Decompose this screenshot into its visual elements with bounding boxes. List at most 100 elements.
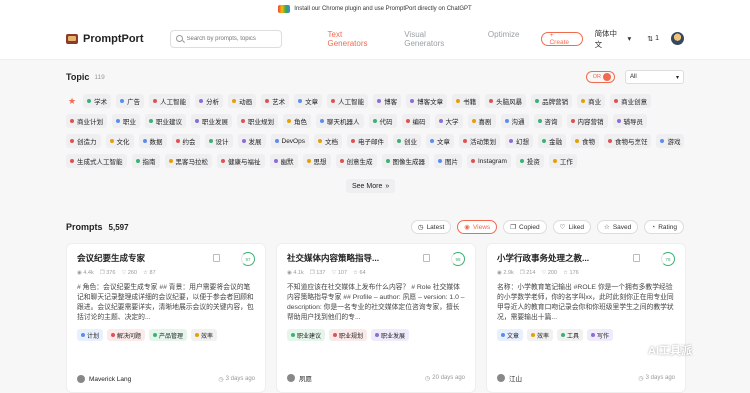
favorites-star-icon[interactable]: ★ — [66, 94, 78, 108]
card-tag[interactable]: 工具 — [557, 329, 584, 341]
topic-tag[interactable]: 投资 — [515, 154, 544, 168]
search-input[interactable] — [186, 35, 276, 42]
topic-tag[interactable]: 图像生成器 — [381, 154, 429, 168]
topic-tag[interactable]: 商业计划 — [66, 114, 107, 128]
prompt-card[interactable]: 会议纪要生成专家 97 ◉ 4.4k ❐ 376 ♡ 260 ☆ 87 # 角色：会议纪要生… — [66, 243, 266, 393]
topic-tag[interactable]: 黑客马拉松 — [164, 154, 212, 168]
search-box[interactable] — [169, 29, 282, 48]
credits-indicator[interactable]: ⇅ 1 — [647, 35, 659, 43]
card-tag[interactable]: 写作 — [587, 329, 614, 341]
topic-tag[interactable]: 头脑风暴 — [485, 94, 527, 108]
or-toggle[interactable]: OR — [585, 71, 615, 83]
card-tag[interactable]: 效率 — [527, 329, 554, 341]
author-name[interactable]: 江山 — [509, 373, 522, 383]
topic-tag[interactable]: Instagram — [467, 154, 511, 168]
see-more-button[interactable]: See More » — [346, 179, 396, 193]
topic-tag[interactable]: 角色 — [283, 114, 311, 128]
topic-tag[interactable]: 学术 — [83, 94, 112, 108]
topic-tag[interactable]: 广告 — [116, 94, 145, 108]
tab-optimize[interactable]: Optimize — [488, 30, 520, 48]
topic-tag[interactable]: 工作 — [548, 154, 577, 168]
topic-tag[interactable]: 创意生成 — [335, 154, 377, 168]
topic-tag[interactable]: 编码 — [401, 114, 430, 128]
topic-filter-select[interactable]: All ▾ — [625, 70, 684, 84]
copy-icon[interactable] — [633, 254, 640, 262]
topic-tag[interactable]: 幻想 — [504, 134, 533, 148]
sort-views[interactable]: ◉ Views — [457, 220, 498, 234]
topic-tag[interactable]: 健康与福祉 — [217, 154, 265, 168]
topic-tag[interactable]: 书籍 — [452, 94, 481, 108]
logo[interactable]: PromptPort — [66, 33, 144, 45]
topic-tag[interactable]: 创业 — [392, 134, 421, 148]
card-tag[interactable]: 职业建议 — [287, 329, 326, 341]
topic-tag[interactable]: 食物与烹饪 — [603, 134, 652, 148]
topic-tag[interactable]: 图片 — [434, 154, 462, 168]
topic-tag[interactable]: 职业规划 — [237, 114, 278, 128]
sort-copied[interactable]: ❐ Copied — [503, 220, 547, 234]
topic-tag[interactable]: 食物 — [570, 134, 599, 148]
topic-tag[interactable]: 文化 — [105, 134, 134, 148]
tab-text-generators[interactable]: Text Generators — [328, 30, 385, 48]
prompt-card[interactable]: 小学行政事务处理之教... 78 ◉ 2.9k ❐ 214 ♡ 200 ☆ 176 名称：小… — [486, 243, 686, 393]
topic-tag[interactable]: 聊天机器人 — [316, 114, 364, 128]
sort-liked[interactable]: ♡ Liked — [552, 220, 591, 234]
topic-tag[interactable]: 博客文章 — [406, 94, 448, 108]
card-tag[interactable]: 效率 — [191, 329, 218, 341]
card-tag[interactable]: 解决问题 — [107, 329, 146, 341]
topic-tag[interactable]: 活动策划 — [458, 134, 500, 148]
sort-rating[interactable]: ◔ Rating — [644, 220, 684, 234]
topic-tag[interactable]: 动画 — [228, 94, 257, 108]
card-title[interactable]: 小学行政事务处理之教... — [497, 252, 617, 264]
topic-tag[interactable]: 金融 — [537, 134, 566, 148]
topic-tag[interactable]: 发展 — [237, 134, 266, 148]
topic-tag[interactable]: 指南 — [131, 154, 160, 168]
topic-tag[interactable]: DevOps — [270, 134, 309, 148]
sort-latest[interactable]: ◷ Latest — [410, 220, 452, 234]
topic-tag[interactable]: 博客 — [373, 94, 402, 108]
topic-tag[interactable]: 数据 — [138, 134, 167, 148]
topic-tag[interactable]: 喜剧 — [467, 114, 496, 128]
card-title[interactable]: 社交媒体内容策略指导... — [287, 252, 407, 264]
topic-tag[interactable]: 文章 — [294, 94, 323, 108]
topic-tag[interactable]: 电子邮件 — [346, 134, 388, 148]
topic-tag[interactable]: 幽默 — [269, 154, 298, 168]
topic-tag[interactable]: 创造力 — [66, 134, 101, 148]
topic-tag[interactable]: 商业 — [577, 94, 606, 108]
sort-saved[interactable]: ☆ Saved — [597, 220, 639, 234]
topic-tag[interactable]: 代码 — [368, 114, 397, 128]
topic-tag[interactable]: 职业 — [112, 114, 140, 128]
topic-tag[interactable]: 艺术 — [261, 94, 290, 108]
topic-tag[interactable]: 品牌营销 — [531, 94, 573, 108]
topic-tag[interactable]: 分析 — [195, 94, 224, 108]
topic-tag[interactable]: 设计 — [204, 134, 233, 148]
topic-tag[interactable]: 职业发展 — [191, 114, 232, 128]
topic-tag[interactable]: 文档 — [313, 134, 342, 148]
topic-tag[interactable]: 职业建议 — [145, 114, 186, 128]
language-selector[interactable]: 简体中文 ▾ — [595, 28, 632, 50]
card-tag[interactable]: 计划 — [77, 329, 104, 341]
topic-tag[interactable]: 咨询 — [533, 114, 562, 128]
topic-tag[interactable]: 游戏 — [656, 134, 685, 148]
chrome-plugin-banner[interactable]: Install our Chrome plugin and use Prompt… — [0, 0, 750, 18]
copy-icon[interactable] — [423, 254, 430, 262]
copy-icon[interactable] — [213, 254, 220, 262]
author-name[interactable]: 夙愿 — [299, 373, 312, 383]
card-tag[interactable]: 职业发展 — [371, 329, 410, 341]
topic-tag[interactable]: 人工智能 — [327, 94, 369, 108]
tab-visual-generators[interactable]: Visual Generators — [404, 30, 468, 48]
card-tag[interactable]: 产品管理 — [149, 329, 188, 341]
user-avatar[interactable] — [671, 32, 684, 45]
card-tag[interactable]: 职业规划 — [329, 329, 368, 341]
topic-tag[interactable]: 约会 — [171, 134, 200, 148]
topic-tag[interactable]: 思想 — [302, 154, 331, 168]
prompt-card[interactable]: 社交媒体内容策略指导... 98 ◉ 4.1k ❐ 137 ♡ 107 ☆ 64 不知道应该… — [276, 243, 476, 393]
card-title[interactable]: 会议纪要生成专家 — [77, 252, 197, 264]
topic-tag[interactable]: 商业创意 — [610, 94, 652, 108]
create-button[interactable]: + Create — [541, 31, 583, 46]
topic-tag[interactable]: 沟通 — [500, 114, 529, 128]
topic-tag[interactable]: 大学 — [434, 114, 463, 128]
topic-tag[interactable]: 辅导员 — [612, 114, 647, 128]
card-tag[interactable]: 文章 — [497, 329, 524, 341]
topic-tag[interactable]: 生成式人工智能 — [66, 154, 127, 168]
author-name[interactable]: Maverick Lang — [89, 376, 131, 383]
